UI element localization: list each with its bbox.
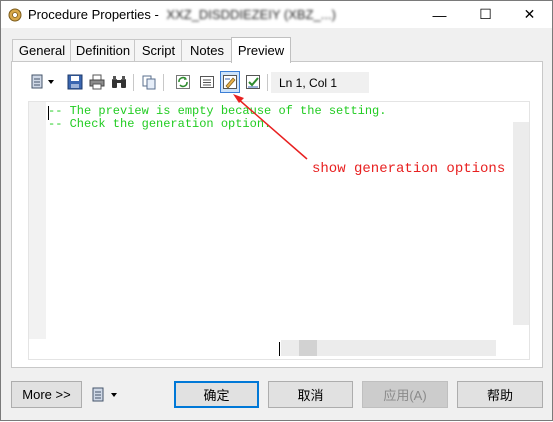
checklist-icon <box>246 75 260 89</box>
print-button[interactable] <box>87 71 107 93</box>
annotation-label: show generation options <box>312 161 506 177</box>
horizontal-scrollbar-thumb[interactable] <box>299 340 317 356</box>
show-generation-options-button[interactable] <box>220 71 240 93</box>
close-button[interactable]: ✕ <box>507 1 552 28</box>
find-button[interactable] <box>109 71 129 93</box>
binoculars-icon <box>112 76 126 88</box>
vertical-scrollbar[interactable] <box>513 122 529 325</box>
apply-button[interactable]: 应用(A) <box>362 381 448 408</box>
code-line-1: -- The preview is empty because of the s… <box>48 104 387 118</box>
window-title-obscured: XXZ_DISDDIEZEIY (XBZ_...) <box>166 7 336 22</box>
tab-script[interactable]: Script <box>134 39 183 61</box>
refresh-icon <box>176 75 190 89</box>
code-view-button[interactable] <box>197 71 217 93</box>
properties-dropdown-button[interactable] <box>29 71 59 93</box>
properties-icon <box>31 74 54 89</box>
preview-code: -- The preview is empty because of the s… <box>48 105 386 131</box>
more-button[interactable]: More >> <box>11 381 82 408</box>
properties-menu-icon <box>92 387 117 402</box>
save-button[interactable] <box>65 71 85 93</box>
refresh-button[interactable] <box>173 71 193 93</box>
toolbar-separator <box>163 74 164 91</box>
copy-button[interactable] <box>139 71 159 93</box>
properties-menu-button[interactable] <box>91 384 123 406</box>
cursor-position: Ln 1, Col 1 <box>271 72 369 93</box>
tab-preview[interactable]: Preview <box>231 37 291 63</box>
save-icon <box>67 74 83 90</box>
ok-button[interactable]: 确定 <box>174 381 259 408</box>
print-icon <box>89 74 105 90</box>
generation-options-icon <box>223 75 237 89</box>
app-icon <box>8 8 22 22</box>
editor-gutter <box>29 102 46 339</box>
help-button[interactable]: 帮助 <box>457 381 543 408</box>
copy-icon <box>142 75 156 90</box>
tab-definition[interactable]: Definition <box>70 39 136 61</box>
procedure-properties-window: Procedure Properties - XXZ_DISDDIEZEIY (… <box>0 0 553 421</box>
minimize-button[interactable]: — <box>417 1 462 28</box>
title-bar[interactable]: Procedure Properties - XXZ_DISDDIEZEIY (… <box>1 1 552 28</box>
toolbar-separator <box>267 74 268 91</box>
cancel-button[interactable]: 取消 <box>268 381 353 408</box>
window-title: Procedure Properties - XXZ_DISDDIEZEIY (… <box>28 7 336 22</box>
code-line-2: -- Check the generation option. <box>48 117 272 131</box>
tab-general[interactable]: General <box>12 39 72 61</box>
document-list-icon <box>200 76 214 88</box>
tab-notes[interactable]: Notes <box>181 39 233 61</box>
preview-editor[interactable]: -- The preview is empty because of the s… <box>28 101 530 360</box>
toolbar-separator <box>133 74 134 91</box>
check-options-button[interactable] <box>243 71 263 93</box>
maximize-button[interactable]: ☐ <box>463 1 508 28</box>
